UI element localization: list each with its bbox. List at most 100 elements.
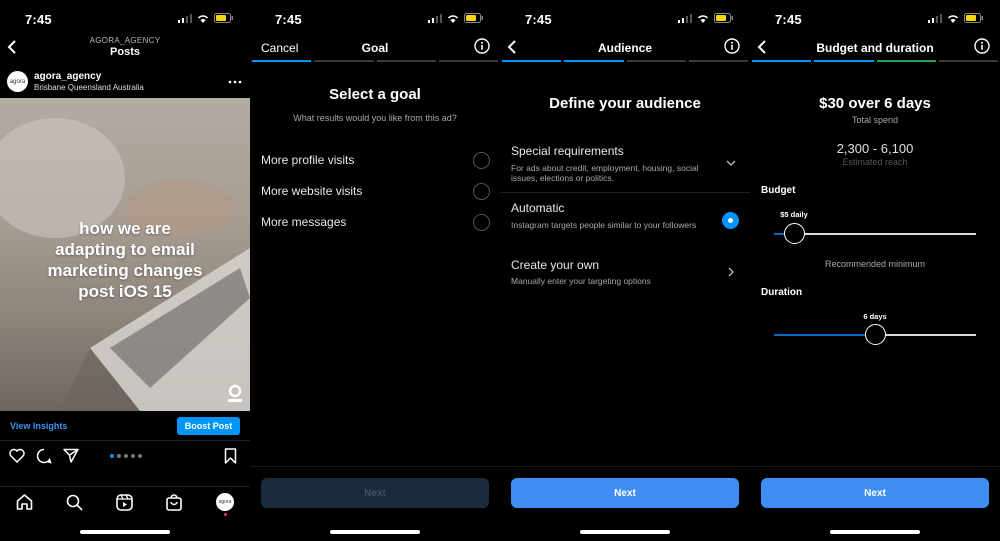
duration-label: Duration (761, 287, 803, 298)
search-icon[interactable] (66, 494, 83, 511)
audience-option[interactable]: Create your own Manually enter your targ… (500, 250, 750, 295)
image-text-line: post iOS 15 (78, 282, 172, 301)
chevron-right-icon (728, 267, 734, 277)
tabbar-divider (0, 486, 250, 487)
audience-option-desc: For ads about credit, employment, housin… (511, 163, 699, 183)
audience-screen: 7:45 Audience Define your audience Speci… (500, 0, 750, 541)
profile-tab-avatar-text: agora (218, 499, 232, 505)
goal-option-radio[interactable] (473, 214, 490, 231)
boost-post-button[interactable]: Boost Post (177, 417, 240, 435)
audience-option-desc: Instagram targets people similar to your… (511, 220, 697, 230)
view-insights-link[interactable]: View Insights (10, 421, 67, 431)
avatar[interactable]: agora (7, 71, 28, 92)
image-text-line: how we are (79, 219, 171, 238)
chevron-down-icon (726, 160, 736, 166)
status-time: 7:45 (25, 12, 52, 27)
info-icon (724, 38, 740, 54)
audience-heading: Define your audience (549, 95, 701, 112)
shop-icon[interactable] (166, 493, 182, 511)
budget-slider-value: $5 daily (780, 210, 808, 219)
status-bar: 7:45 (500, 0, 750, 38)
post-image[interactable]: how we are adapting to email marketing c… (0, 98, 250, 411)
battery-icon (464, 13, 483, 23)
goal-screen: 7:45 Cancel Goal Select a goal What resu… (250, 0, 500, 541)
audience-option-title: Special requirements (511, 144, 624, 158)
more-options-button[interactable] (228, 72, 242, 90)
notification-dot (224, 513, 227, 516)
battery-icon (714, 13, 733, 23)
goal-option-label[interactable]: More messages (261, 215, 346, 229)
status-time: 7:45 (525, 12, 552, 27)
step-progress (500, 60, 750, 63)
footer-divider (750, 466, 1000, 467)
next-button[interactable]: Next (511, 478, 739, 508)
info-button[interactable] (724, 38, 740, 59)
signal-icon (428, 13, 442, 23)
home-indicator (330, 530, 420, 534)
signal-icon (928, 13, 942, 23)
profile-tab-avatar[interactable]: agora (216, 493, 234, 511)
home-indicator (80, 530, 170, 534)
post-screen: 7:45 AGORA_AGENCY Posts agora agora_agen… (0, 0, 250, 541)
footer-divider (500, 466, 750, 467)
goal-option-radio[interactable] (473, 152, 490, 169)
step-progress (750, 60, 1000, 63)
page-title: Posts (110, 46, 140, 58)
audience-option-title: Create your own (511, 258, 600, 272)
status-bar: 7:45 (0, 0, 250, 38)
audience-option-radio-selected[interactable] (722, 212, 739, 229)
audience-option[interactable]: Special requirements For ads about credi… (500, 135, 750, 190)
duration-slider-value: 6 days (863, 312, 887, 321)
info-icon (974, 38, 990, 54)
recommended-minimum-label: Recommended minimum (824, 259, 926, 269)
info-icon (474, 38, 490, 54)
home-icon[interactable] (16, 494, 33, 510)
next-button[interactable]: Next (761, 478, 989, 508)
wifi-icon (197, 14, 209, 23)
bookmark-icon[interactable] (224, 448, 237, 464)
goal-heading: Select a goal (329, 86, 421, 103)
heart-icon[interactable] (9, 448, 25, 463)
comment-icon[interactable] (36, 448, 52, 464)
page-title: Goal (361, 41, 389, 55)
budget-slider[interactable]: $5 daily (774, 206, 976, 246)
total-spend-label: Total spend (851, 115, 899, 125)
goal-option-label[interactable]: More profile visits (261, 153, 354, 167)
wifi-icon (447, 14, 459, 23)
budget-headline: $30 over 6 days (819, 95, 931, 112)
slider-thumb[interactable] (784, 223, 805, 244)
status-time: 7:45 (275, 12, 302, 27)
signal-icon (178, 13, 192, 23)
budget-screen: 7:45 Budget and duration $30 over 6 days… (750, 0, 1000, 541)
slider-thumb[interactable] (865, 324, 886, 345)
slider-fill (774, 334, 875, 336)
info-button[interactable] (474, 38, 490, 59)
page-title: Budget and duration (816, 41, 934, 55)
avatar-text: agora (9, 78, 26, 85)
signal-icon (678, 13, 692, 23)
header-overline: AGORA_AGENCY (89, 36, 161, 45)
image-text-line: adapting to email (55, 240, 195, 259)
goal-option-radio[interactable] (473, 183, 490, 200)
share-icon[interactable] (63, 448, 79, 463)
location[interactable]: Brisbane Queensland Australia (34, 83, 144, 92)
goal-option-label[interactable]: More website visits (261, 184, 362, 198)
audience-option-title: Automatic (511, 201, 565, 215)
home-indicator (580, 530, 670, 534)
estimated-reach-value: 2,300 - 6,100 (836, 141, 914, 156)
estimated-reach-label: Estimated reach (842, 157, 908, 167)
reels-icon[interactable] (116, 494, 133, 511)
next-button[interactable]: Next (261, 478, 489, 508)
username[interactable]: agora_agency (34, 71, 101, 82)
audience-option-desc: Manually enter your targeting options (511, 276, 651, 286)
info-button[interactable] (974, 38, 990, 59)
status-bar: 7:45 (750, 0, 1000, 38)
brand-logo-icon (228, 384, 242, 402)
duration-slider[interactable]: 6 days (774, 308, 976, 348)
footer-divider (250, 466, 500, 467)
goal-subheading: What results would you like from this ad… (293, 113, 457, 123)
battery-icon (214, 13, 233, 23)
status-bar: 7:45 (250, 0, 500, 38)
audience-option[interactable]: Automatic Instagram targets people simil… (500, 193, 750, 248)
home-indicator (830, 530, 920, 534)
